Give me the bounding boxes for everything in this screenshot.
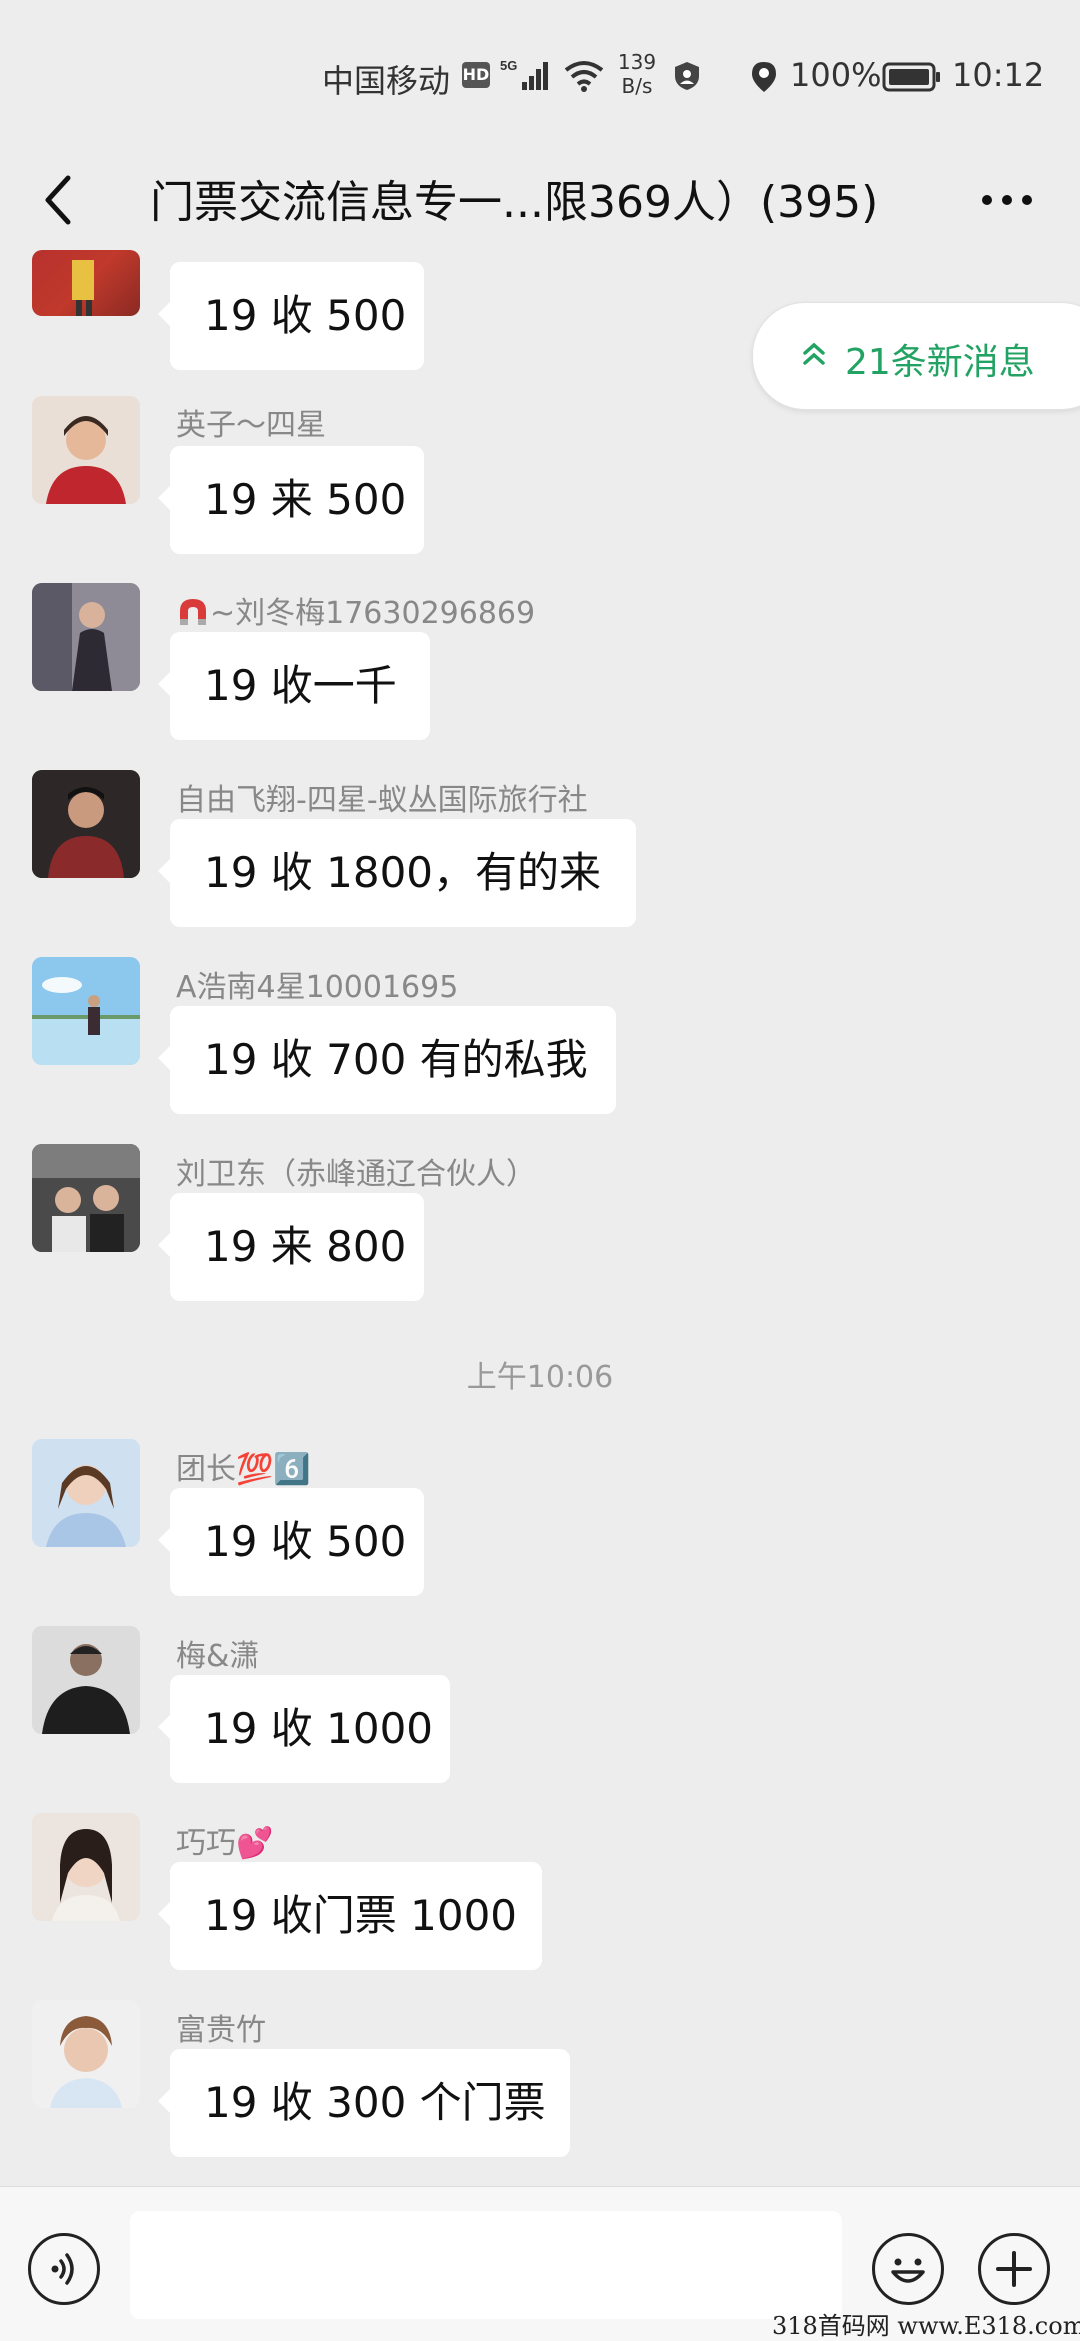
message-bubble[interactable]: 19 收一千 <box>158 632 430 740</box>
avatar[interactable] <box>32 250 140 316</box>
sender-name: 英子～四星 <box>176 408 326 443</box>
chat-title: 门票交流信息专一...限369人）(395) <box>150 177 879 228</box>
avatar[interactable] <box>32 1626 140 1734</box>
voice-icon <box>51 2253 74 2285</box>
timestamp: 上午10:06 <box>466 1360 614 1395</box>
avatar[interactable] <box>32 1144 140 1252</box>
message-bubble[interactable]: 19 收 500 <box>158 1488 424 1596</box>
net-speed-unit: B/s <box>621 74 653 98</box>
carrier-name: 中国移动 <box>322 62 451 100</box>
voice-button[interactable] <box>28 2233 100 2305</box>
emoji-icon <box>891 2258 925 2283</box>
message-input[interactable] <box>130 2211 842 2319</box>
shield-icon <box>672 60 702 96</box>
double-chevron-up-icon <box>801 341 827 373</box>
watermark-text: 318首码网 www.E318.com <box>772 2312 1080 2340</box>
more-button[interactable] <box>972 170 1042 230</box>
clock: 10:12 <box>952 56 1045 94</box>
avatar[interactable] <box>32 1813 140 1921</box>
location-icon <box>750 60 778 98</box>
net-speed-value: 139 <box>617 50 657 74</box>
wifi-icon <box>562 58 606 96</box>
message-bubble[interactable]: 19 收 1800，有的来 <box>158 819 636 927</box>
net-speed: 139 B/s <box>614 50 660 98</box>
plus-icon <box>996 2251 1032 2287</box>
sender-name: 梅&潇 <box>176 1639 260 1674</box>
message-bubble[interactable]: 19 收 1000 <box>158 1675 450 1783</box>
message-bubble[interactable]: 19 收 700 有的私我 <box>158 1006 616 1114</box>
message-bubble[interactable]: 19 收门票 1000 <box>158 1862 542 1970</box>
sender-name: 刘卫东（赤峰通辽合伙人） <box>176 1157 536 1192</box>
battery-icon <box>882 62 942 96</box>
sender-name: 富贵竹 <box>176 2013 266 2048</box>
sender-name: 团长💯6️⃣ <box>176 1452 311 1487</box>
message-bubble[interactable]: 19 收 300 个门票 <box>158 2049 570 2157</box>
avatar[interactable] <box>32 770 140 878</box>
plus-button[interactable] <box>978 2233 1050 2305</box>
message-bubble[interactable]: 19 来 800 <box>158 1193 424 1301</box>
avatar[interactable] <box>32 1439 140 1547</box>
new-messages-label: 21条新消息 <box>845 342 1035 383</box>
hd-badge: HD <box>462 62 490 88</box>
avatar[interactable] <box>32 396 140 504</box>
sender-name: ~刘冬梅17630296869 <box>176 588 535 632</box>
sender-name: A浩南4星10001695 <box>176 970 459 1005</box>
emoji-button[interactable] <box>872 2233 944 2305</box>
more-dots-icon <box>982 195 1032 205</box>
sender-name: 巧巧💕 <box>176 1826 274 1861</box>
back-button[interactable] <box>30 168 90 232</box>
new-messages-button[interactable]: 21条新消息 <box>752 302 1080 410</box>
battery-percent: 100% <box>790 56 882 94</box>
message-bubble[interactable]: 19 收 500 <box>158 262 424 370</box>
chat-header: 门票交流信息专一...限369人）(395) <box>0 150 1080 250</box>
status-bar: 中国移动 HD 5G 139 B/s 100% 10:12 <box>0 0 1080 150</box>
magnet-icon <box>180 599 206 625</box>
message-bubble[interactable]: 19 来 500 <box>158 446 424 554</box>
avatar[interactable] <box>32 2000 140 2108</box>
signal-icon: 5G <box>500 58 552 98</box>
sender-name-text: ~刘冬梅17630296869 <box>210 596 536 631</box>
sender-name: 自由飞翔-四星-蚁丛国际旅行社 <box>176 783 588 818</box>
avatar[interactable] <box>32 957 140 1065</box>
net-type: 5G <box>500 58 517 73</box>
avatar[interactable] <box>32 583 140 691</box>
chevron-left-icon <box>45 175 71 225</box>
